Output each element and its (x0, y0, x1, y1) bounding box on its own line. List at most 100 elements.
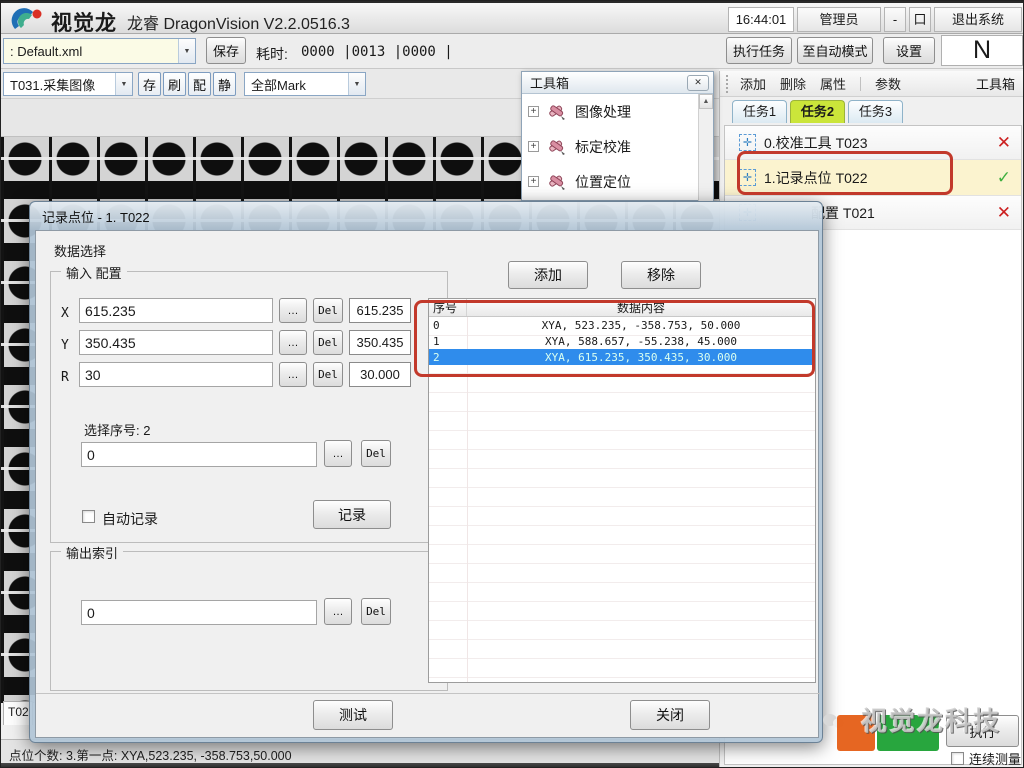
y-label: Y (61, 338, 69, 353)
toolbox-list: 图像处理 标定校准 (522, 94, 713, 201)
error-x-icon: ✕ (997, 133, 1011, 153)
record-button[interactable]: 记录 (313, 500, 391, 529)
continuous-measure-option[interactable]: 连续测量 (951, 749, 1021, 768)
r-browse-button[interactable]: … (279, 362, 307, 387)
file-dropdown[interactable]: : Default.xml (3, 38, 196, 64)
toolbox-item-positioning[interactable]: 位置定位 (522, 164, 713, 199)
expand-plus-icon[interactable] (528, 106, 539, 117)
task-delete-button[interactable]: 删除 (780, 74, 806, 93)
task-item-record-point[interactable]: 1.记录点位 T022 ✓ (725, 160, 1021, 196)
task-properties-button[interactable]: 属性 (820, 74, 846, 93)
y-del-button[interactable]: Del (313, 330, 343, 355)
expand-plus-icon[interactable] (528, 141, 539, 152)
auto-record-label: 自动记录 (102, 509, 158, 529)
chevron-down-icon[interactable] (115, 73, 132, 95)
output-index-caption: 输出索引 (61, 543, 123, 562)
tool-category-icon (546, 137, 568, 157)
toolbox-item-label: 标定校准 (575, 137, 631, 157)
task-params-button[interactable]: 参数 (875, 74, 901, 93)
x-browse-button[interactable]: … (279, 298, 307, 323)
expand-plus-icon[interactable] (528, 176, 539, 187)
title-bar: 视觉龙 龙睿 DragonVision V2.2.0516.3 16:44:01… (1, 1, 1024, 34)
refresh-button[interactable]: 刷 (163, 72, 186, 96)
scroll-up-icon[interactable]: ▲ (699, 94, 713, 109)
row-index: 2 (429, 351, 467, 364)
table-row[interactable]: 0 XYA, 523.235, -358.753, 50.000 (429, 317, 815, 333)
r-result-box: 30.000 (349, 362, 411, 387)
exit-system-button[interactable]: 退出系统 (934, 7, 1022, 32)
toolbox-scrollbar[interactable]: ▲ (698, 94, 713, 201)
app-window: 视觉龙 龙睿 DragonVision V2.2.0516.3 16:44:01… (0, 0, 1024, 768)
error-x-icon: ✕ (997, 203, 1011, 223)
drag-grip-icon[interactable] (726, 75, 730, 93)
continuous-measure-checkbox[interactable] (951, 752, 964, 765)
minimize-button[interactable]: - (884, 7, 906, 32)
auto-mode-button[interactable]: 至自动模式 (797, 37, 873, 64)
test-button[interactable]: 测试 (313, 700, 393, 730)
input-config-group: 输入 配置 X 615.235 … Del 615.235 Y 350.435 … (50, 271, 448, 543)
chevron-down-icon[interactable] (178, 39, 195, 63)
run-task-button[interactable]: 执行任务 (726, 37, 792, 64)
row-content: XYA, 588.657, -55.238, 45.000 (467, 335, 815, 348)
toolbox-title-bar[interactable]: 工具箱 ✕ (522, 72, 713, 94)
output-index-group: 输出索引 0 … Del (50, 551, 448, 691)
select-index-browse-button[interactable]: … (324, 440, 352, 467)
tab-task1[interactable]: 任务1 (732, 100, 787, 123)
task-item-calibration-tool[interactable]: 0.校准工具 T023 ✕ (725, 126, 1021, 160)
row-index: 0 (429, 319, 467, 332)
logo-text: 视觉龙 (51, 7, 117, 37)
file-dropdown-value: : Default.xml (4, 44, 178, 59)
r-label: R (61, 370, 69, 385)
task-item-label: 1.记录点位 T022 (764, 168, 867, 188)
r-del-button[interactable]: Del (313, 362, 343, 387)
static-button[interactable]: 静 (213, 72, 236, 96)
store-button[interactable]: 存 (138, 72, 161, 96)
output-index-del-button[interactable]: Del (361, 598, 391, 625)
dialog-divider (36, 693, 820, 694)
auto-record-checkbox[interactable] (82, 510, 95, 523)
maximize-button[interactable]: 口 (909, 7, 931, 32)
toolbox-title: 工具箱 (530, 73, 687, 92)
table-row-selected[interactable]: 2 XYA, 615.235, 350.435, 30.000 (429, 349, 815, 365)
config-button[interactable]: 配 (188, 72, 211, 96)
app-title: 龙睿 DragonVision V2.2.0516.3 (127, 10, 350, 34)
x-del-button[interactable]: Del (313, 298, 343, 323)
execute-button[interactable]: 执行 (946, 715, 1019, 747)
tool-category-icon (546, 172, 568, 192)
x-input[interactable]: 615.235 (79, 298, 273, 323)
status-letter-indicator: N (941, 35, 1023, 66)
tab-task3[interactable]: 任务3 (848, 100, 903, 123)
close-icon[interactable]: ✕ (687, 75, 709, 91)
output-index-input[interactable]: 0 (81, 600, 317, 625)
toolbox-item-label: 位置定位 (575, 172, 631, 192)
add-point-button[interactable]: 添加 (508, 261, 588, 289)
y-input[interactable]: 350.435 (79, 330, 273, 355)
close-button[interactable]: 关闭 (630, 700, 710, 730)
data-select-label: 数据选择 (54, 241, 106, 260)
remove-point-button[interactable]: 移除 (621, 261, 701, 289)
toolbox-item-image-processing[interactable]: 图像处理 (522, 94, 713, 129)
save-button[interactable]: 保存 (206, 37, 246, 64)
task-item-label: 0.校准工具 T023 (764, 133, 867, 153)
x-result-box: 615.235 (349, 298, 411, 323)
mark-filter-dropdown[interactable]: 全部Mark (244, 72, 366, 96)
select-index-del-button[interactable]: Del (361, 440, 391, 467)
output-index-browse-button[interactable]: … (324, 598, 352, 625)
points-table-body: 0 XYA, 523.235, -358.753, 50.000 1 XYA, … (429, 317, 815, 682)
settings-button[interactable]: 设置 (883, 37, 935, 64)
crosshair-tool-icon (739, 134, 756, 151)
r-input[interactable]: 30 (79, 362, 273, 387)
tab-task2[interactable]: 任务2 (790, 100, 845, 123)
select-index-input[interactable]: 0 (81, 442, 317, 467)
task-add-button[interactable]: 添加 (740, 74, 766, 93)
toolbox-toggle-button[interactable]: 工具箱 (976, 74, 1015, 93)
table-row[interactable]: 1 XYA, 588.657, -55.238, 45.000 (429, 333, 815, 349)
y-browse-button[interactable]: … (279, 330, 307, 355)
app-logo-icon (11, 7, 47, 35)
image-source-dropdown[interactable]: T031.采集图像 (3, 72, 133, 96)
record-point-dialog: 记录点位 - 1. T022 数据选择 输入 配置 X 615.235 … De… (29, 201, 823, 743)
elapsed-values: 0000 |0013 |0000 | (301, 44, 453, 60)
toolbox-item-calibration[interactable]: 标定校准 (522, 129, 713, 164)
chevron-down-icon[interactable] (348, 73, 365, 95)
dialog-title-bar[interactable]: 记录点位 - 1. T022 (30, 202, 822, 230)
